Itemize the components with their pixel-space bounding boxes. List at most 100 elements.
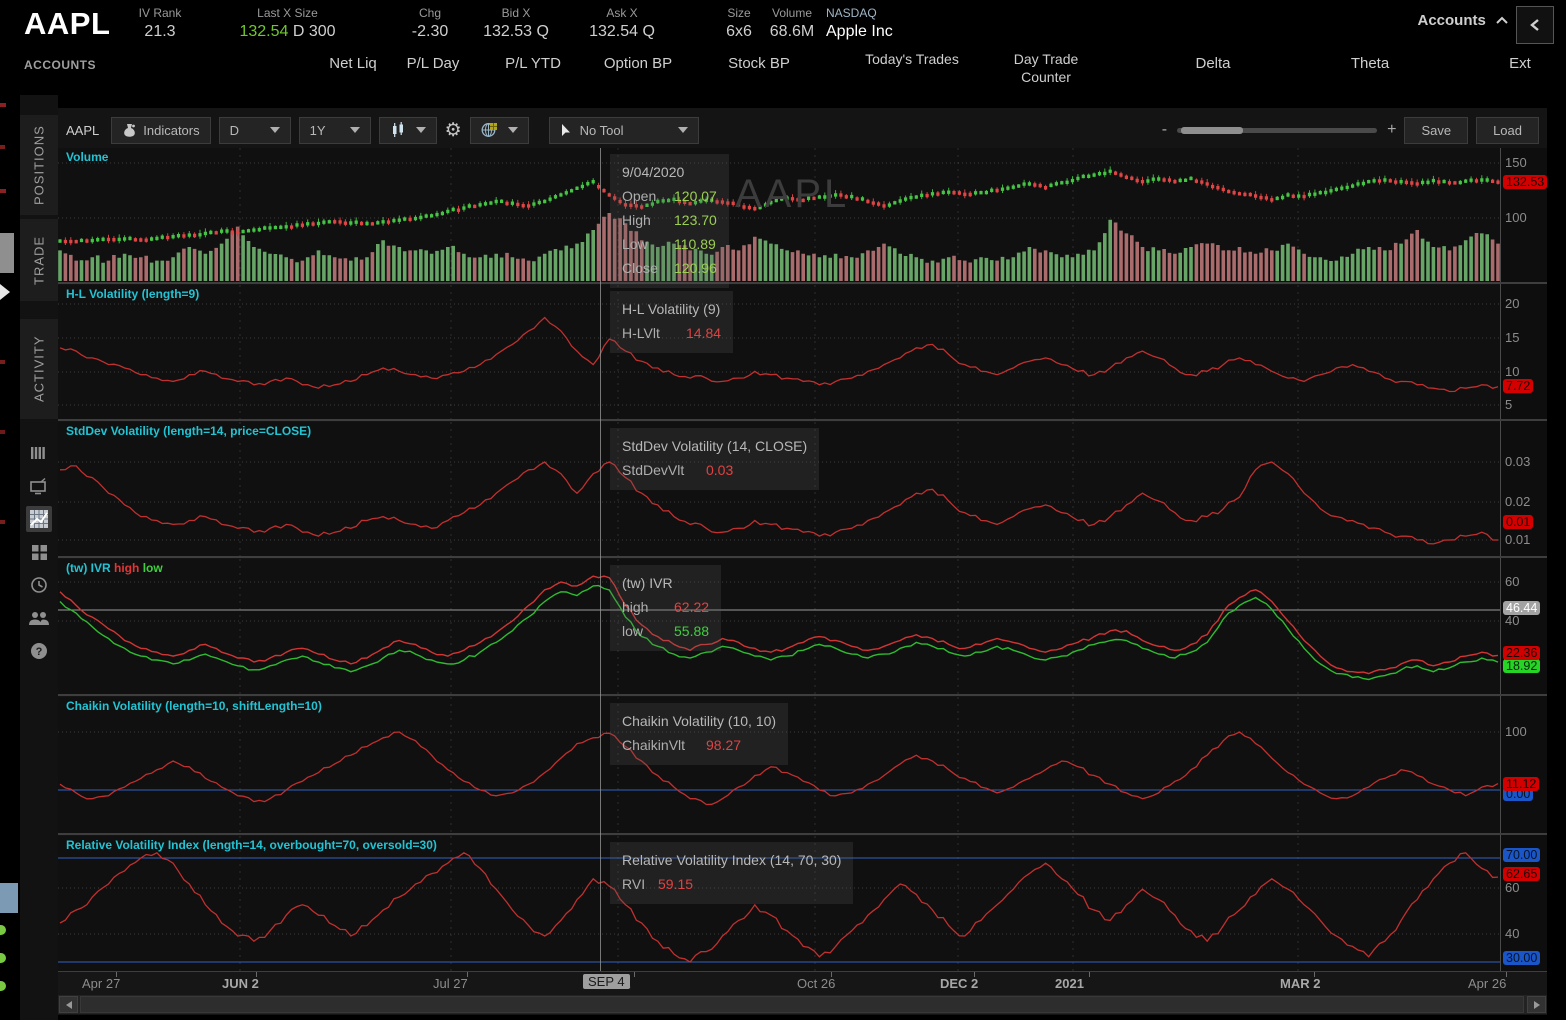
study-tooltip: StdDev Volatility (14, CLOSE) StdDevVlt0… [610, 428, 819, 490]
account-column-day-trade-counter: Day Trade Counter [991, 50, 1101, 86]
stat-iv-rank: IV Rank 21.3 [95, 6, 225, 41]
panel-separator[interactable] [58, 694, 1547, 696]
panel-label: StdDev Volatility (length=14, price=CLOS… [66, 424, 311, 438]
candlestick-icon [390, 122, 406, 138]
chart-toolbar: AAPL Indicators D 1Y ⚙ No Tool [58, 112, 1547, 148]
scroll-left-button[interactable] [59, 996, 78, 1013]
crosshair-date-badge: SEP 4 [583, 974, 630, 989]
time-axis-label: Oct 26 [797, 976, 835, 991]
panel-label: Chaikin Volatility (length=10, shiftLeng… [66, 699, 322, 713]
axis-tick: 0.02 [1505, 494, 1530, 509]
load-button[interactable]: Load [1476, 117, 1539, 144]
range-dropdown[interactable]: 1Y [299, 117, 371, 144]
account-column-theta: Theta [1315, 55, 1425, 73]
chevron-up-icon [1496, 16, 1508, 25]
sidebar-tab-positions[interactable]: POSITIONS [20, 115, 58, 215]
axis-tick: 100 [1505, 724, 1527, 739]
chart-type-dropdown[interactable] [379, 117, 437, 144]
zoom-out-button[interactable]: - [1162, 121, 1167, 139]
scrollbar-thumb[interactable] [80, 996, 1524, 1013]
grid-icon[interactable] [26, 539, 52, 565]
panel-label: Volume [66, 150, 108, 164]
chevron-down-icon [508, 127, 518, 133]
time-axis-label: Apr 26 [1468, 976, 1506, 991]
time-axis-tick [634, 972, 635, 977]
account-column-delta: Delta [1158, 55, 1268, 73]
people-icon[interactable] [26, 605, 52, 631]
axis-tick: 60 [1505, 574, 1519, 589]
axis-badge: 132.53 [1503, 175, 1547, 189]
exchange-company: NASDAQ Apple Inc [826, 6, 893, 41]
chevron-down-icon [270, 127, 280, 133]
time-axis[interactable]: Apr 27JUN 2Jul 27SEP 2Oct 26DEC 22021MAR… [58, 971, 1547, 995]
axis-tick: 5 [1505, 397, 1512, 412]
study-tooltip: Chaikin Volatility (10, 10) ChaikinVlt98… [610, 703, 788, 765]
axis-tick: 40 [1505, 926, 1519, 941]
axis-badge: 46.44 [1503, 601, 1540, 615]
axis-badge: 18.92 [1503, 659, 1540, 673]
zoom-slider-thumb[interactable] [1181, 127, 1243, 134]
account-column-today-s-trades: Today's Trades [857, 50, 967, 68]
indicators-flask-icon [122, 123, 137, 138]
grid-layout-dropdown[interactable] [470, 117, 529, 144]
panel-stddev-volatility[interactable]: StdDev Volatility (length=14, price=CLOS… [58, 422, 1500, 556]
panel-label: H-L Volatility (length=9) [66, 287, 199, 301]
indicators-button[interactable]: Indicators [111, 117, 210, 144]
triangle-right-icon [1534, 1001, 1540, 1009]
axis-badge: 7.72 [1503, 379, 1533, 393]
history-icon[interactable] [26, 572, 52, 598]
sidebar-tab-trade[interactable]: TRADE [20, 219, 58, 301]
stat-last-x-size: Last X Size 132.54 D 300 [215, 6, 360, 41]
axis-badge: 11.12 [1503, 777, 1539, 791]
stat-ask: Ask X 132.54 Q [557, 6, 687, 41]
account-column-p-l-day: P/L Day [378, 55, 488, 73]
hl-volatility-plot[interactable] [58, 285, 1500, 419]
panel-hl-volatility[interactable]: H-L Volatility (length=9) H-L Volatility… [58, 285, 1500, 419]
accounts-row-title: ACCOUNTS [24, 58, 96, 72]
panel-separator[interactable] [58, 419, 1547, 421]
trading-platform-screen: AAPL IV Rank 21.3 Last X Size 132.54 D 3… [0, 0, 1566, 1020]
account-column-option-bp: Option BP [583, 55, 693, 73]
time-axis-label: DEC 2 [940, 976, 978, 991]
save-button[interactable]: Save [1404, 117, 1468, 144]
time-axis-label: 2021 [1055, 976, 1084, 991]
period-dropdown[interactable]: D [219, 117, 291, 144]
axis-tick: 0.01 [1505, 532, 1530, 547]
price-axis[interactable]: 150100132.5320151057.720.030.020.010.016… [1500, 148, 1547, 971]
panel-separator[interactable] [58, 833, 1547, 835]
axis-tick: 60 [1505, 880, 1519, 895]
zoom-slider[interactable] [1177, 128, 1377, 133]
sidebar-tab-activity[interactable]: ACTIVITY [20, 319, 58, 419]
quote-header: AAPL IV Rank 21.3 Last X Size 132.54 D 3… [0, 0, 1566, 95]
chart-icon[interactable] [26, 506, 52, 532]
panel-ivr[interactable]: (tw) IVR high low (tw) IVR high62.22 low… [58, 559, 1500, 694]
study-tooltip: Relative Volatility Index (14, 70, 30) R… [610, 842, 853, 904]
gear-icon: ⚙ [445, 119, 462, 142]
collapse-panel-button[interactable] [1516, 6, 1554, 44]
monitor-icon[interactable] [26, 473, 52, 499]
panel-rvi[interactable]: Relative Volatility Index (length=14, ov… [58, 836, 1500, 971]
axis-badge: 22.36 [1503, 646, 1540, 660]
study-tooltip: H-L Volatility (9) H-LVlt14.84 [610, 291, 733, 353]
panel-chaikin-volatility[interactable]: Chaikin Volatility (length=10, shiftLeng… [58, 697, 1500, 833]
axis-badge: 70.00 [1503, 848, 1540, 862]
account-column-stock-bp: Stock BP [704, 55, 814, 73]
zoom-in-button[interactable]: + [1387, 121, 1396, 139]
accounts-button[interactable]: Accounts [1417, 12, 1508, 29]
globe-grid-icon [481, 122, 498, 138]
chart-watermark: AAPL [735, 172, 849, 217]
ohlc-tooltip: 9/04/2020 Open120.07 High123.70 Low110.8… [610, 154, 729, 288]
time-axis-label: JUN 2 [222, 976, 259, 991]
axis-badge: 30.00 [1503, 951, 1540, 965]
scroll-right-button[interactable] [1527, 996, 1546, 1013]
time-axis-label: Apr 27 [82, 976, 120, 991]
ivr-plot[interactable] [58, 559, 1500, 694]
horizontal-scrollbar[interactable] [58, 995, 1547, 1014]
help-icon[interactable]: ? [26, 638, 52, 664]
drawing-tool-dropdown[interactable]: No Tool [549, 117, 699, 144]
chart-settings-button[interactable]: ⚙ [445, 119, 462, 142]
watchlist-icon[interactable] [26, 440, 52, 466]
toolbar-symbol: AAPL [66, 123, 99, 138]
panel-separator[interactable] [58, 556, 1547, 558]
panel-separator[interactable] [58, 282, 1547, 284]
